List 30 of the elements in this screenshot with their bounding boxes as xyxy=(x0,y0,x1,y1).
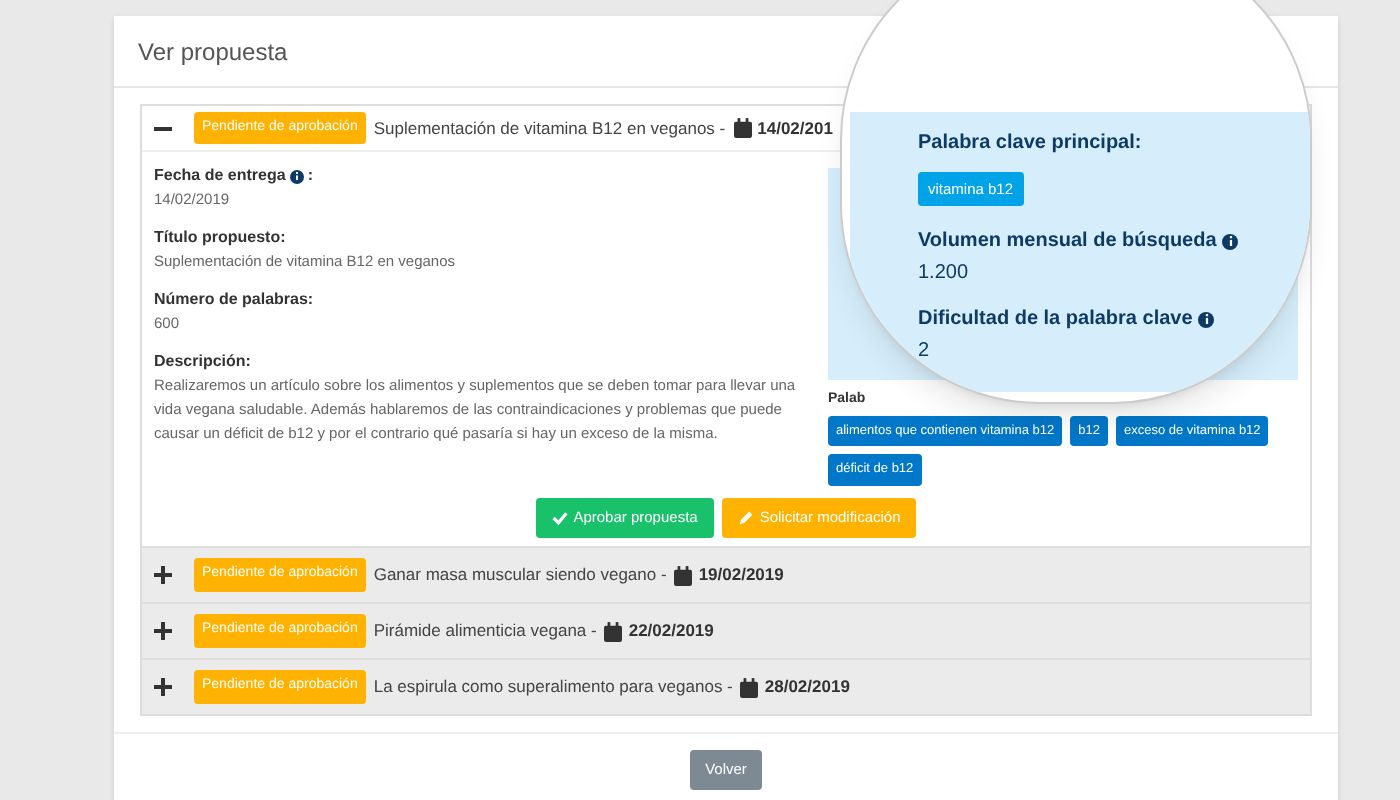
colon-text: : xyxy=(307,164,313,188)
check-icon xyxy=(551,510,568,526)
stat-value: 2 xyxy=(918,338,932,366)
stat-label: Volumen mensual de búsqueda xyxy=(918,228,1217,256)
proposal-date: 14/02/201 xyxy=(733,115,833,141)
calendar-icon xyxy=(604,621,623,641)
pencil-icon xyxy=(737,510,754,526)
calendar-icon xyxy=(674,565,693,585)
proposal-title: Ganar masa muscular siendo vegano - xyxy=(373,562,667,588)
proposal-title: Pirámide alimenticia vegana - xyxy=(373,618,597,644)
stat-label: Dificultad de la palabra clave xyxy=(918,306,1193,334)
proposal-title: La espirula como superalimento para veganos - xyxy=(373,674,733,700)
page-title: Ver propuesta xyxy=(138,35,288,69)
calendar-icon xyxy=(740,677,759,697)
field-label: Fecha de entrega xyxy=(154,164,286,188)
proposal-date: 19/02/2019 xyxy=(674,562,784,588)
plus-icon[interactable] xyxy=(154,622,172,640)
calendar-icon xyxy=(733,118,752,138)
proposal-title: Suplementación de vitamina B12 en veganos - xyxy=(373,115,726,141)
field-label: Número de palabras: xyxy=(154,288,314,312)
plus-icon[interactable] xyxy=(154,678,172,696)
stat-value: 1.200 xyxy=(918,260,971,288)
plus-icon[interactable] xyxy=(154,566,172,584)
field-label: Descripción: xyxy=(154,350,251,374)
proposal-date: 22/02/2019 xyxy=(604,618,714,644)
field-label: Título propuesto: xyxy=(154,226,286,250)
info-icon xyxy=(1198,311,1215,327)
main-keyword-label: Palabra clave principal: xyxy=(918,130,1144,158)
proposal-date: 28/02/2019 xyxy=(740,674,850,700)
info-icon xyxy=(1222,233,1239,249)
